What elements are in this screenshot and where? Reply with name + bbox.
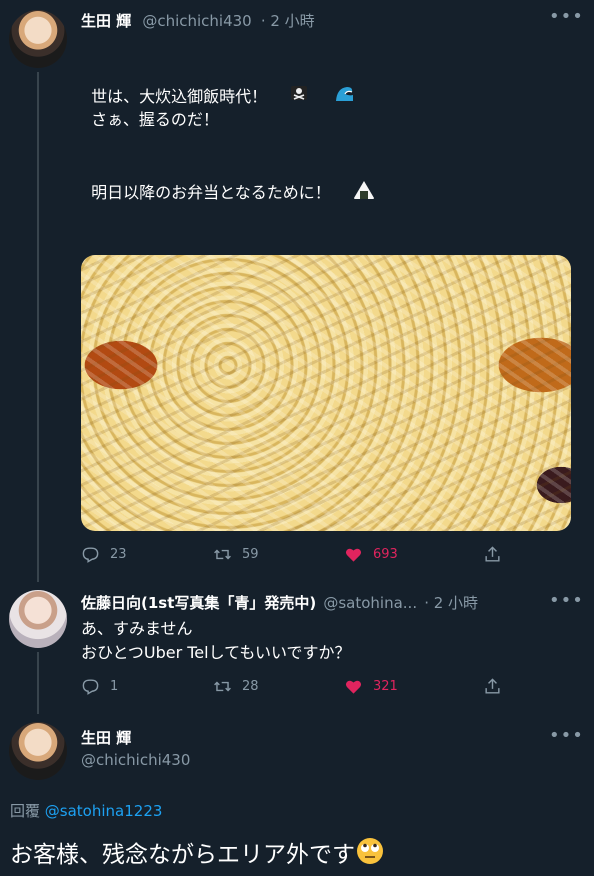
tweet-photo[interactable]	[81, 255, 571, 531]
more-icon[interactable]: •••	[549, 725, 584, 746]
reply-prefix: 回覆	[10, 802, 41, 820]
tweet-text: あ、すみません おひとつUber Telしてもいいですか？	[81, 619, 351, 662]
like-icon	[345, 680, 362, 694]
like-icon	[345, 548, 362, 562]
share-icon	[485, 545, 500, 562]
tweet-body-line2: 明日以降のお弁当となるために！	[91, 183, 331, 202]
more-icon[interactable]: •••	[549, 6, 584, 27]
more-icon[interactable]: •••	[549, 590, 584, 611]
avatar[interactable]	[9, 722, 67, 780]
retweet-count: 28	[242, 678, 259, 694]
like-count: 321	[373, 678, 398, 694]
thread-line	[37, 652, 39, 714]
reply-icon	[82, 678, 99, 695]
reply-button[interactable]: 23	[81, 545, 127, 564]
thread-line	[37, 72, 39, 582]
tweet-actions: 1 28 321	[81, 675, 571, 697]
author-handle[interactable]: @satohina...	[323, 594, 417, 612]
tweet-header: 生田 輝 @chichichi430 · 2 小時	[81, 10, 315, 31]
photo-texture	[81, 255, 571, 531]
tweet-time[interactable]: · 2 小時	[261, 12, 315, 30]
reply-icon	[82, 546, 99, 563]
main-tweet-text: お客様、残念ながらエリア外です	[10, 836, 385, 875]
author-name[interactable]: 佐藤日向(1st写真集「青」発売中)	[81, 594, 316, 612]
retweet-icon	[214, 681, 231, 691]
author-handle[interactable]: @chichichi430	[81, 751, 190, 769]
main-text: お客様、残念ながらエリア外です	[10, 842, 355, 868]
retweet-button[interactable]: 28	[213, 677, 259, 696]
share-button[interactable]	[483, 677, 502, 696]
reply-handle-link[interactable]: @satohina1223	[45, 802, 163, 820]
replying-to: 回覆 @satohina1223	[10, 800, 162, 821]
tweet-body-line1: さぁ、握るのだ！	[91, 110, 219, 129]
like-count: 693	[373, 546, 398, 562]
reply-button[interactable]: 1	[81, 677, 118, 696]
tweet-time[interactable]: · 2 小時	[424, 594, 478, 612]
retweet-button[interactable]: 59	[213, 545, 259, 564]
avatar[interactable]	[9, 10, 67, 68]
author-name[interactable]: 生田 輝	[81, 727, 131, 748]
share-button[interactable]	[483, 545, 502, 564]
retweet-count: 59	[242, 546, 259, 562]
reply-count: 1	[110, 678, 119, 694]
tweet-actions: 23 59 693	[81, 543, 571, 565]
like-button[interactable]: 693	[344, 545, 398, 564]
tweet-header: 佐藤日向(1st写真集「青」発売中) @satohina... · 2 小時	[81, 592, 478, 613]
rolling-eyes-emoji	[355, 836, 385, 875]
author-handle[interactable]: @chichichi430	[142, 12, 251, 30]
share-icon	[485, 677, 500, 694]
retweet-icon	[214, 549, 231, 559]
like-button[interactable]: 321	[344, 677, 398, 696]
author-name[interactable]: 生田 輝	[81, 12, 131, 30]
rice-ball-emoji	[333, 156, 375, 231]
reply-count: 23	[110, 546, 127, 562]
avatar[interactable]	[9, 590, 67, 648]
